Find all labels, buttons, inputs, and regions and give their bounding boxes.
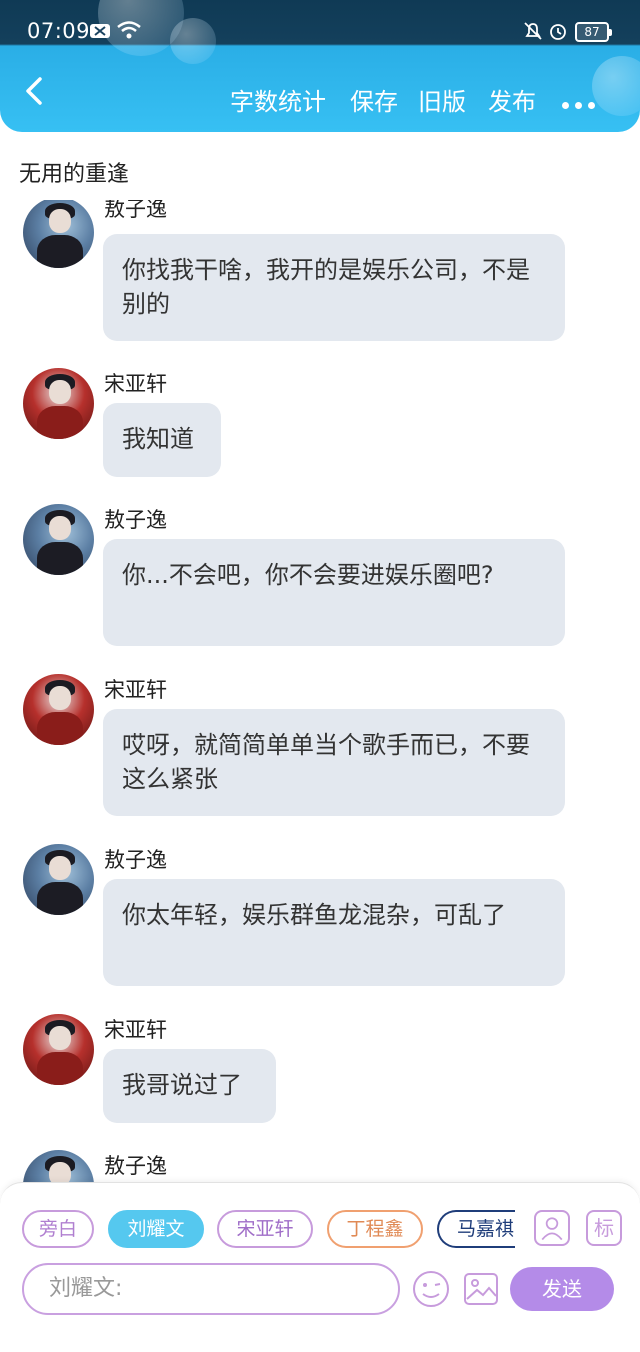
avatar[interactable] (23, 844, 94, 915)
message-bubble[interactable]: 哎呀，就简简单单当个歌手而已，不要这么紧张 (103, 709, 565, 816)
character-chip-narration[interactable]: 旁白 (22, 1210, 94, 1248)
alarm-icon (550, 24, 566, 40)
save-button[interactable]: 保存 (350, 82, 398, 117)
publish-button[interactable]: 发布 (488, 82, 536, 117)
speaker-name: 敖子逸 (104, 1154, 167, 1178)
document-title: 无用的重逢 (19, 162, 130, 187)
message-bubble[interactable]: 我哥说过了 (103, 1049, 276, 1123)
avatar[interactable] (23, 504, 94, 575)
character-chip-ma-jiaqi[interactable]: 马嘉祺 (437, 1210, 515, 1248)
message-bubble[interactable]: 我知道 (103, 403, 221, 477)
mark-button[interactable]: 标 (586, 1210, 622, 1246)
back-arrow-icon[interactable] (22, 76, 48, 106)
toolbar: 字数统计 保存 旧版 发布 (0, 46, 640, 132)
battery-indicator: 87 (575, 22, 612, 42)
add-character-icon[interactable] (534, 1210, 570, 1246)
more-menu-icon[interactable] (562, 94, 601, 113)
send-button[interactable]: 发送 (510, 1267, 614, 1311)
word-count-button[interactable]: 字数统计 (230, 82, 326, 117)
wifi-icon (117, 21, 141, 39)
app-header: 07:09 87 字数统计 保存 旧版 发布 (0, 0, 640, 132)
chat-list[interactable]: 敖子逸 你找我干啥，我开的是娱乐公司，不是别的 宋亚轩 我知道 敖子逸 你...… (0, 200, 640, 1185)
status-bar: 07:09 87 (0, 0, 640, 46)
character-chip-liu-yaowen[interactable]: 刘耀文 (108, 1210, 204, 1248)
emoji-icon[interactable] (411, 1269, 451, 1309)
speaker-name: 宋亚轩 (104, 372, 167, 396)
message-bubble[interactable]: 你找我干啥，我开的是娱乐公司，不是别的 (103, 234, 565, 341)
avatar[interactable] (23, 674, 94, 745)
character-chip-song-yaxuan[interactable]: 宋亚轩 (217, 1210, 313, 1248)
avatar[interactable] (23, 1014, 94, 1085)
old-version-button[interactable]: 旧版 (418, 82, 466, 117)
character-chip-ding-chengxin[interactable]: 丁程鑫 (327, 1210, 423, 1248)
speaker-name: 敖子逸 (104, 200, 167, 221)
speaker-name: 宋亚轩 (104, 678, 167, 702)
message-bubble[interactable]: 你太年轻，娱乐群鱼龙混杂，可乱了 (103, 879, 565, 986)
mute-bell-icon (524, 22, 542, 40)
image-icon[interactable] (463, 1271, 499, 1307)
notification-icon (90, 24, 110, 38)
status-time: 07:09 (27, 19, 91, 43)
speaker-name: 敖子逸 (104, 508, 167, 532)
message-input[interactable]: 刘耀文: (22, 1263, 400, 1315)
composer-panel: 旁白 刘耀文 宋亚轩 丁程鑫 马嘉祺 标 刘耀文: 发送 (0, 1182, 640, 1352)
message-bubble[interactable]: 你...不会吧，你不会要进娱乐圈吧? (103, 539, 565, 646)
avatar[interactable] (23, 200, 94, 268)
avatar[interactable] (23, 1150, 94, 1185)
speaker-name: 敖子逸 (104, 848, 167, 872)
avatar[interactable] (23, 368, 94, 439)
speaker-name: 宋亚轩 (104, 1018, 167, 1042)
